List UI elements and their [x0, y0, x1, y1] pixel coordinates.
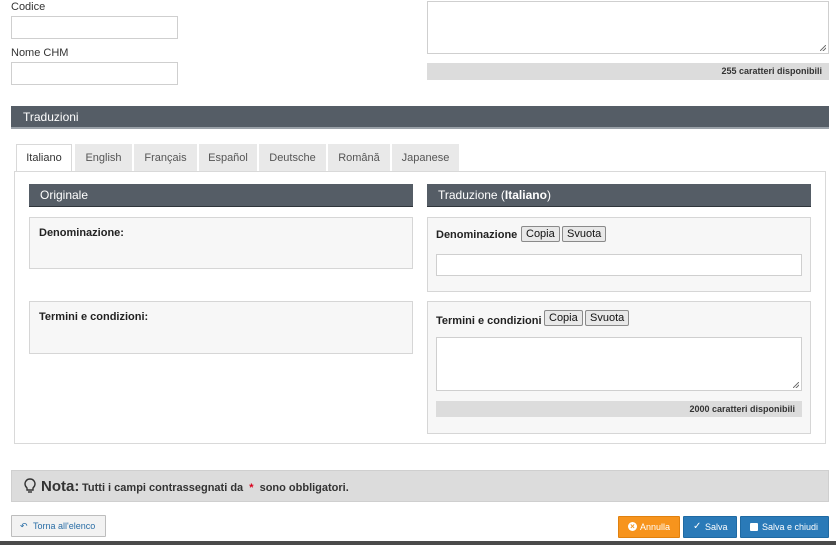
clear-termini-button[interactable]: Svuota — [585, 310, 630, 326]
note-text-before: Tutti i campi contrassegnati da — [82, 482, 244, 494]
top-textarea[interactable] — [427, 1, 829, 54]
top-char-counter: 255 caratteri disponibili — [427, 63, 829, 80]
copy-denominazione-button[interactable]: Copia — [521, 226, 560, 242]
cancel-label: Annulla — [640, 522, 671, 532]
back-to-list-button[interactable]: ↶ Torna all'elenco — [11, 515, 106, 537]
clear-denominazione-button[interactable]: Svuota — [562, 226, 607, 242]
note-text-after: sono obbligatori. — [259, 482, 349, 494]
note-title: Nota: — [41, 478, 80, 495]
resize-handle-icon[interactable] — [820, 45, 826, 51]
original-denominazione-panel: Denominazione: — [29, 217, 413, 269]
translation-denominazione-label: Denominazione — [436, 229, 518, 241]
tab-english[interactable]: English — [75, 144, 132, 171]
translation-header-prefix: Traduzione ( — [438, 188, 505, 202]
translation-termini-label: Termini e condizioni — [436, 315, 542, 327]
translations-section-header: Traduzioni — [11, 106, 829, 129]
tab-japanese[interactable]: Japanese — [392, 144, 459, 171]
floppy-icon — [750, 523, 758, 531]
lightbulb-icon — [24, 478, 36, 493]
original-header: Originale — [29, 184, 413, 207]
tab-romana[interactable]: Română — [328, 144, 390, 171]
tab-deutsche[interactable]: Deutsche — [259, 144, 326, 171]
cancel-button[interactable]: × Annulla — [618, 516, 680, 538]
translation-termini-panel: Termini e condizioni Copia Svuota 2000 c… — [427, 301, 811, 434]
section-title: Traduzioni — [23, 110, 79, 124]
save-button[interactable]: ✓ Salva — [683, 516, 737, 538]
translation-denominazione-panel: Denominazione Copia Svuota — [427, 217, 811, 292]
save-and-close-button[interactable]: Salva e chiudi — [740, 516, 829, 538]
tab-espanol[interactable]: Español — [199, 144, 257, 171]
translation-header-lang: Italiano — [504, 188, 547, 202]
translation-char-counter: 2000 caratteri disponibili — [436, 401, 802, 417]
translation-header-suffix: ) — [546, 188, 551, 202]
save-close-label: Salva e chiudi — [762, 522, 819, 532]
nome-chm-label: Nome CHM — [11, 47, 69, 59]
note-text: Tutti i campi contrassegnati da * sono o… — [82, 482, 349, 494]
resize-handle-icon[interactable] — [793, 382, 799, 388]
save-label: Salva — [705, 522, 728, 532]
back-arrow-icon: ↶ — [20, 521, 28, 531]
note-bar: Nota: Tutti i campi contrassegnati da * … — [11, 470, 829, 502]
bottom-divider — [0, 541, 836, 545]
back-label: Torna all'elenco — [33, 521, 96, 531]
required-asterisk: * — [249, 482, 254, 494]
cancel-x-icon: × — [628, 522, 637, 531]
nome-chm-input[interactable] — [11, 62, 178, 85]
translation-header: Traduzione (Italiano) — [427, 184, 811, 207]
original-termini-panel: Termini e condizioni: — [29, 301, 413, 354]
check-icon: ✓ — [693, 521, 702, 532]
tab-italiano[interactable]: Italiano — [16, 144, 72, 172]
codice-input[interactable] — [11, 16, 178, 39]
tab-francais[interactable]: Français — [134, 144, 197, 171]
translation-denominazione-input[interactable] — [436, 254, 802, 276]
translation-termini-textarea[interactable] — [436, 337, 802, 391]
copy-termini-button[interactable]: Copia — [544, 310, 583, 326]
original-termini-label: Termini e condizioni: — [39, 311, 149, 323]
codice-label: Codice — [11, 1, 46, 13]
original-denominazione-label: Denominazione: — [39, 227, 124, 239]
